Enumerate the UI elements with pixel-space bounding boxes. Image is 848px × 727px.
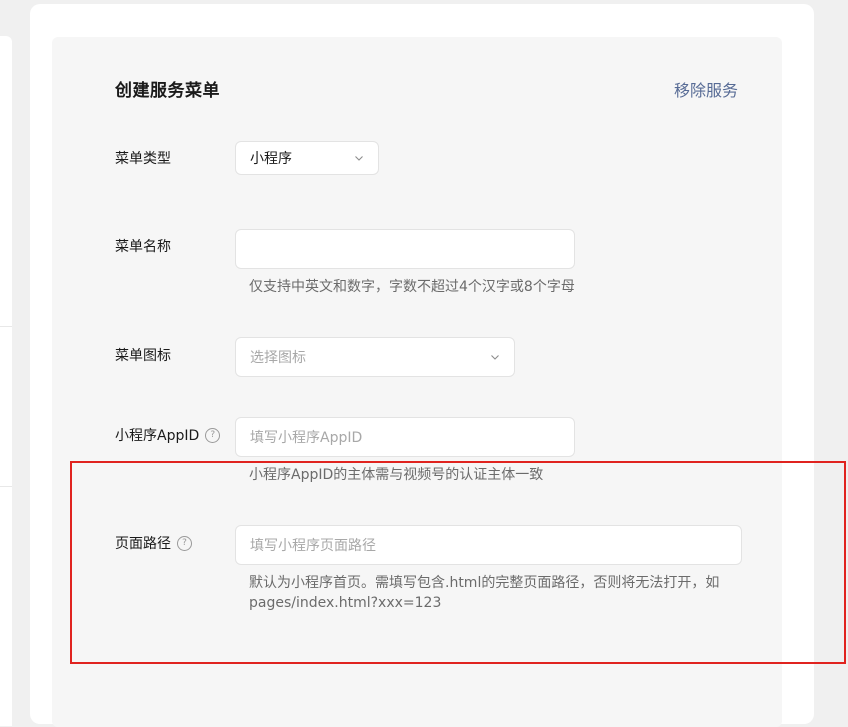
menu-icon-placeholder: 选择图标	[250, 350, 306, 366]
menu-name-input[interactable]	[235, 229, 575, 269]
menu-icon-label: 菜单图标	[115, 345, 171, 365]
menu-icon-label-text: 菜单图标	[115, 348, 171, 364]
question-icon[interactable]: ?	[205, 427, 221, 443]
appid-input[interactable]: 填写小程序AppID	[235, 417, 575, 457]
appid-placeholder: 填写小程序AppID	[250, 430, 363, 446]
appid-label-text: 小程序AppID	[115, 428, 200, 444]
menu-type-label: 菜单类型	[115, 148, 171, 168]
chevron-down-icon	[491, 355, 499, 360]
remove-service-link[interactable]: 移除服务	[674, 77, 738, 101]
divider	[0, 326, 12, 327]
menu-name-label-text: 菜单名称	[115, 239, 171, 255]
form-title: 创建服务菜单	[115, 81, 220, 101]
menu-type-value: 小程序	[250, 151, 292, 167]
appid-label: 小程序AppID ?	[115, 425, 221, 445]
divider	[0, 486, 12, 487]
menu-icon-select[interactable]: 选择图标	[235, 337, 515, 377]
menu-name-label: 菜单名称	[115, 236, 171, 256]
menu-name-hint: 仅支持中英文和数字，字数不超过4个汉字或8个字母	[249, 279, 575, 295]
chevron-down-icon	[355, 156, 363, 161]
left-panel	[0, 36, 12, 726]
menu-type-label-text: 菜单类型	[115, 151, 171, 167]
highlight-box	[70, 461, 846, 664]
menu-type-select[interactable]: 小程序	[235, 141, 379, 175]
